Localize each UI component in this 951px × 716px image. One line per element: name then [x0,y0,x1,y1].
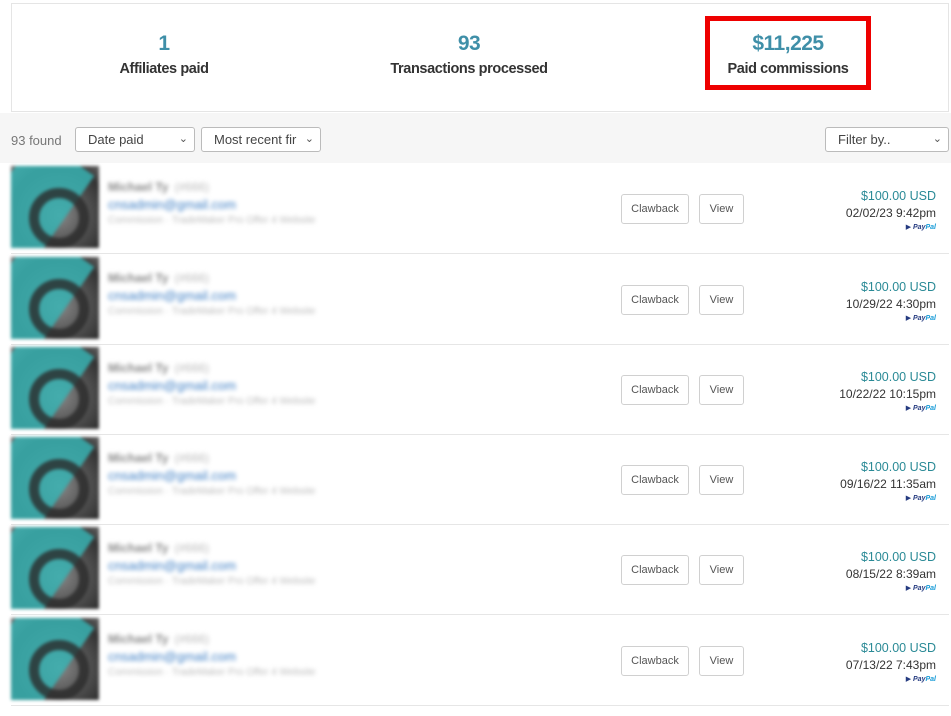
paypal-logo: ▶ PayPal [905,224,936,231]
affiliate-id: (#666) [174,541,210,555]
stat-label: Transactions processed [390,61,548,77]
paypal-logo: ▶ PayPal [905,495,936,502]
stat-value: 1 [158,32,170,55]
payout-date: 09/16/22 11:35am [840,477,936,491]
sort-field-value: Date paid [88,132,144,147]
paypal-logo: ▶ PayPal [905,585,936,592]
payout-row: Michael Ty (#666) cnsadmin@gmail.com Comm… [11,525,949,615]
commission-meta: Commission · TradeMaker Pro Offer 4 Webs… [108,396,316,407]
payout-row: Michael Ty (#666) cnsadmin@gmail.com Comm… [11,435,949,525]
chevron-down-icon: ⌄ [932,133,942,145]
payout-date: 10/22/22 10:15pm [839,387,936,401]
payout-amount-block: $100.00 USD 10/22/22 10:15pm ▶ PayPal [839,370,936,412]
highlight-box [705,16,871,90]
payout-amount-block: $100.00 USD 08/15/22 8:39am ▶ PayPal [846,550,936,592]
filter-value: Filter by.. [838,132,891,147]
payout-date: 02/02/23 9:42pm [845,206,936,220]
affiliate-info: Michael Ty (#666) cnsadmin@gmail.com Comm… [108,541,315,587]
affiliate-info: Michael Ty (#666) cnsadmin@gmail.com Comm… [108,271,315,317]
avatar [11,166,99,248]
avatar [11,618,99,700]
affiliate-email[interactable]: cnsadmin@gmail.com [108,288,315,303]
affiliate-email[interactable]: cnsadmin@gmail.com [108,558,315,573]
affiliate-info: Michael Ty (#666) cnsadmin@gmail.com Comm… [108,361,315,407]
affiliate-name: Michael Ty (#666) [108,632,210,646]
view-button[interactable]: View [699,285,744,315]
clawback-button[interactable]: Clawback [621,285,689,315]
clawback-button[interactable]: Clawback [621,465,689,495]
chevron-down-icon: ⌄ [178,133,188,145]
clawback-button[interactable]: Clawback [621,555,689,585]
payout-amount-block: $100.00 USD 02/02/23 9:42pm ▶ PayPal [846,189,936,231]
view-button[interactable]: View [699,646,744,676]
sort-order-select[interactable]: Most recent fir ⌄ [201,127,321,152]
affiliate-id: (#666) [174,361,210,375]
affiliate-id: (#666) [174,451,210,465]
results-count: 93 found [11,133,62,148]
affiliate-id: (#666) [174,180,210,194]
affiliate-info: Michael Ty (#666) cnsadmin@gmail.com Comm… [108,632,315,678]
view-button[interactable]: View [699,375,744,405]
commission-meta: Commission · TradeMaker Pro Offer 4 Webs… [108,215,316,226]
affiliate-email[interactable]: cnsadmin@gmail.com [108,649,315,664]
payout-date: 07/13/22 7:43pm [845,658,936,672]
payout-amount: $100.00 USD [860,641,936,655]
affiliate-name: Michael Ty (#666) [108,271,210,285]
commission-meta: Commission · TradeMaker Pro Offer 4 Webs… [108,486,316,497]
view-button[interactable]: View [699,465,744,495]
chevron-down-icon: ⌄ [304,133,314,145]
payout-row: Michael Ty (#666) cnsadmin@gmail.com Comm… [11,345,949,435]
commission-meta: Commission · TradeMaker Pro Offer 4 Webs… [108,667,316,678]
commission-meta: Commission · TradeMaker Pro Offer 4 Webs… [108,306,316,317]
affiliate-name: Michael Ty (#666) [108,451,210,465]
view-button[interactable]: View [699,555,744,585]
stat-value: 93 [457,32,481,55]
payout-amount-block: $100.00 USD 10/29/22 4:30pm ▶ PayPal [846,280,936,322]
affiliate-name: Michael Ty (#666) [108,541,210,555]
commission-meta: Commission · TradeMaker Pro Offer 4 Webs… [108,576,316,587]
stat-transactions-processed: 93 Transactions processed [319,4,619,77]
avatar [11,347,99,429]
avatar [11,527,99,609]
sort-order-value: Most recent fir [214,132,297,147]
affiliate-info: Michael Ty (#666) cnsadmin@gmail.com Comm… [108,180,315,226]
paypal-logo: ▶ PayPal [905,405,936,412]
payout-row: Michael Ty (#666) cnsadmin@gmail.com Comm… [11,616,949,706]
payout-amount: $100.00 USD [860,280,936,294]
payout-row: Michael Ty (#666) cnsadmin@gmail.com Comm… [11,255,949,345]
affiliate-id: (#666) [174,271,210,285]
list-toolbar: 93 found Date paid ⌄ Most recent fir ⌄ F… [0,113,951,163]
clawback-button[interactable]: Clawback [621,375,689,405]
affiliate-email[interactable]: cnsadmin@gmail.com [108,468,315,483]
payout-row: Michael Ty (#666) cnsadmin@gmail.com Comm… [11,164,949,254]
payout-amount-block: $100.00 USD 07/13/22 7:43pm ▶ PayPal [846,641,936,683]
affiliate-email[interactable]: cnsadmin@gmail.com [108,197,315,212]
stat-label: Affiliates paid [119,61,209,77]
payout-amount: $100.00 USD [860,550,936,564]
payout-date: 10/29/22 4:30pm [845,297,936,311]
affiliate-id: (#666) [174,632,210,646]
affiliate-email[interactable]: cnsadmin@gmail.com [108,378,315,393]
affiliate-info: Michael Ty (#666) cnsadmin@gmail.com Comm… [108,451,315,497]
affiliate-name: Michael Ty (#666) [108,361,210,375]
payout-amount: $100.00 USD [860,370,936,384]
paypal-logo: ▶ PayPal [905,676,936,683]
clawback-button[interactable]: Clawback [621,646,689,676]
payout-amount: $100.00 USD [860,460,936,474]
avatar [11,437,99,519]
view-button[interactable]: View [699,194,744,224]
payout-amount: $100.00 USD [860,189,936,203]
avatar [11,257,99,339]
payout-amount-block: $100.00 USD 09/16/22 11:35am ▶ PayPal [840,460,936,502]
paypal-logo: ▶ PayPal [905,315,936,322]
stat-affiliates-paid: 1 Affiliates paid [14,4,314,77]
clawback-button[interactable]: Clawback [621,194,689,224]
payout-date: 08/15/22 8:39am [845,567,936,581]
filter-select[interactable]: Filter by.. ⌄ [825,127,949,152]
sort-field-select[interactable]: Date paid ⌄ [75,127,195,152]
affiliate-name: Michael Ty (#666) [108,180,210,194]
